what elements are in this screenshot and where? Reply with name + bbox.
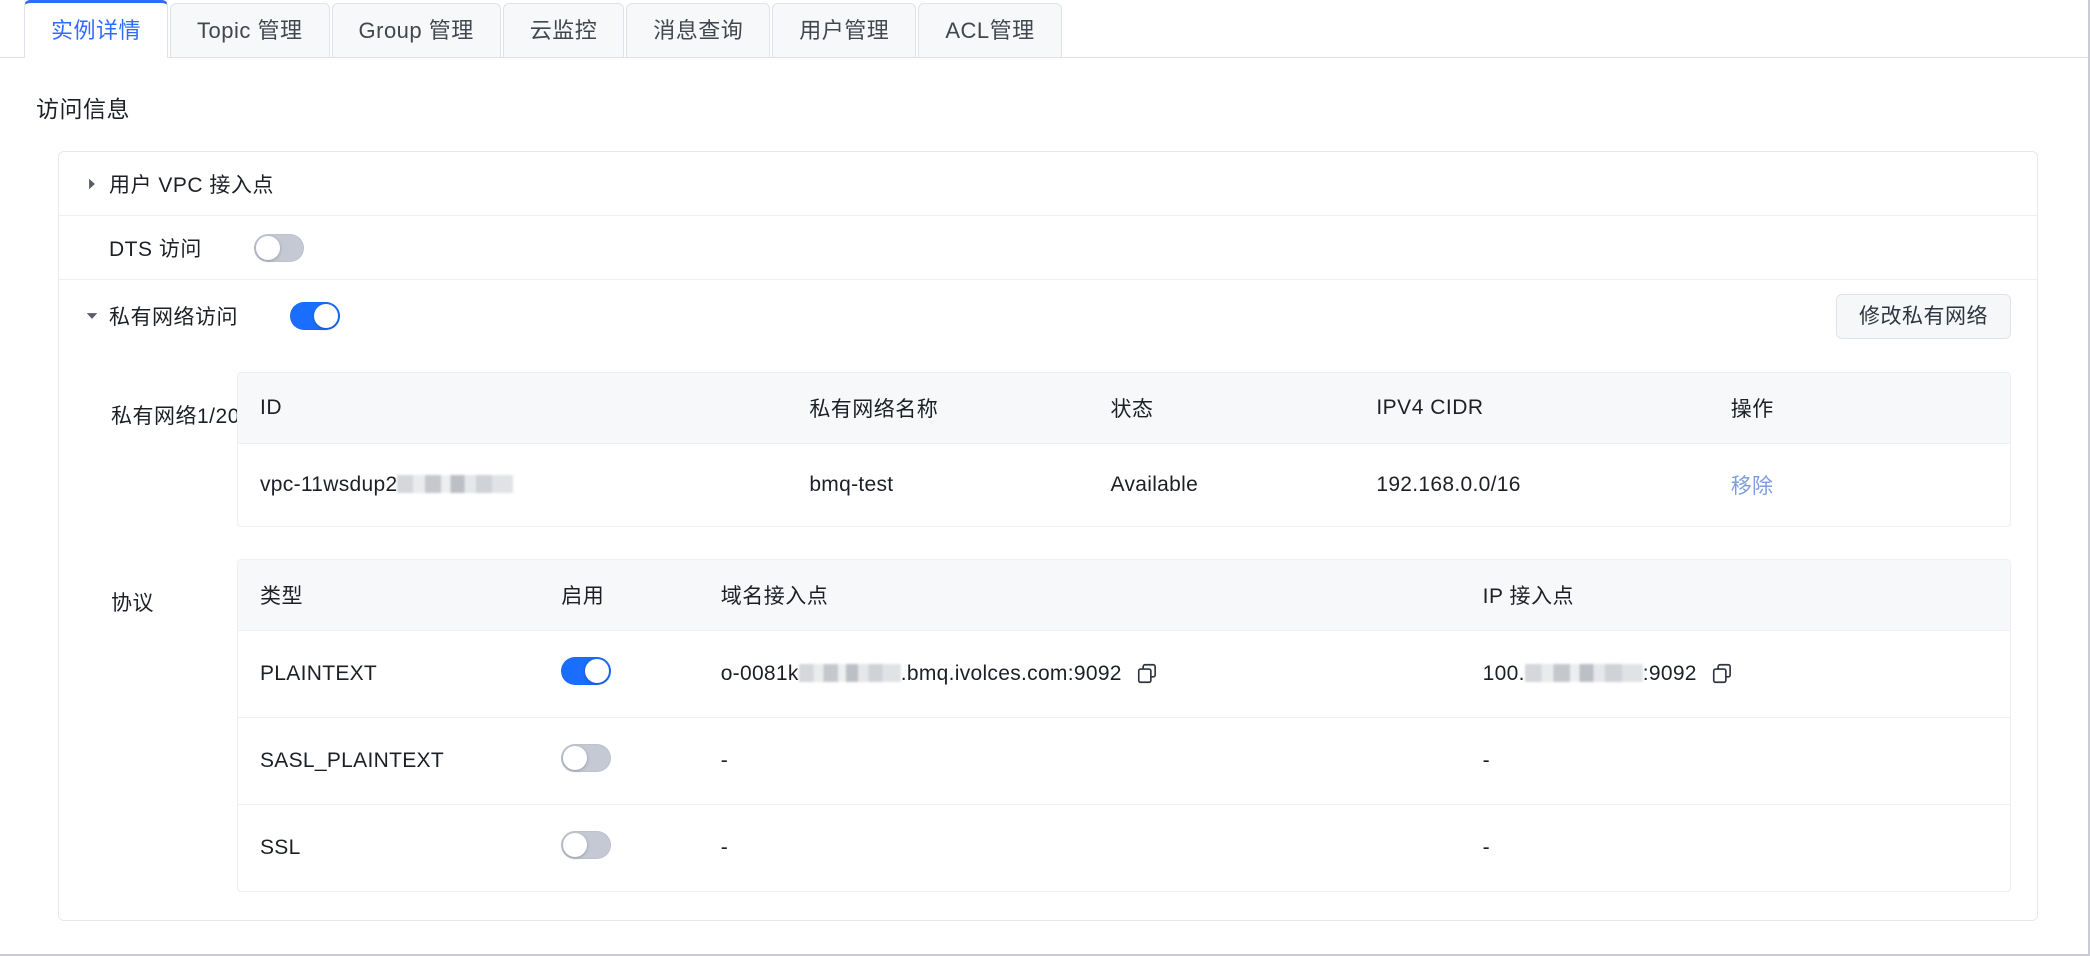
cell-protocol-type: SSL bbox=[260, 836, 301, 859]
dts-access-toggle[interactable] bbox=[253, 233, 304, 262]
user-vpc-endpoint-label: 用户 VPC 接入点 bbox=[109, 173, 274, 197]
tab-user-management[interactable]: 用户管理 bbox=[772, 3, 917, 57]
remove-vpc-link[interactable]: 移除 bbox=[1731, 475, 1774, 498]
chevron-down-icon[interactable] bbox=[85, 309, 105, 323]
sasl-plaintext-enable-toggle[interactable] bbox=[561, 744, 612, 772]
cell-protocol-enabled bbox=[539, 717, 699, 805]
vpc-table-head: ID 私有网络名称 状态 IPV4 CIDR 操作 bbox=[238, 373, 2010, 444]
tab-label: ACL管理 bbox=[945, 17, 1035, 43]
table-row: SASL_PLAINTEXT - - bbox=[238, 717, 2010, 805]
ssl-enable-toggle[interactable] bbox=[561, 831, 612, 859]
tab-label: Topic 管理 bbox=[197, 17, 303, 43]
cell-vpc-name: bmq-test bbox=[809, 473, 894, 496]
col-action: 操作 bbox=[1708, 373, 2010, 444]
vpc-table-wrapper: ID 私有网络名称 状态 IPV4 CIDR 操作 vpc-11wsdup2 b… bbox=[237, 372, 2011, 527]
col-ipv4-cidr: IPV4 CIDR bbox=[1354, 373, 1709, 444]
cell-protocol-type: SASL_PLAINTEXT bbox=[238, 717, 540, 805]
cell-domain-endpoint: - bbox=[698, 717, 1461, 805]
cell-vpc-id: vpc-11wsdup2 bbox=[238, 444, 787, 527]
cell-ip-endpoint: 100.:9092 bbox=[1460, 630, 2010, 718]
redacted-block bbox=[1524, 664, 1643, 682]
content-area: 访问信息 用户 VPC 接入点 DTS 访问 私有网络访问 修改私有网络 私有网… bbox=[0, 90, 2088, 921]
table-row: SSL - - bbox=[238, 805, 2010, 892]
cell-domain-endpoint: - bbox=[720, 836, 728, 859]
protocol-table-section: 协议 类型 启用 域名接入点 IP 接入点 PLAINTEXT o-0081k … bbox=[59, 559, 2037, 920]
tab-label: 云监控 bbox=[529, 17, 598, 43]
dts-access-label: DTS 访问 bbox=[109, 237, 202, 261]
private-network-table-section: 私有网络1/20 ID 私有网络名称 状态 IPV4 CIDR 操作 vpc-1… bbox=[59, 372, 2037, 527]
table-header-row: ID 私有网络名称 状态 IPV4 CIDR 操作 bbox=[238, 373, 2010, 444]
cell-vpc-action: 移除 bbox=[1709, 444, 2010, 527]
tab-cloud-monitor[interactable]: 云监控 bbox=[502, 3, 625, 57]
protocol-table-head: 类型 启用 域名接入点 IP 接入点 bbox=[238, 560, 2010, 631]
toggle-knob bbox=[563, 746, 588, 770]
domain-endpoint-inline: o-0081k .bmq.ivolces.com:9092 bbox=[721, 662, 1461, 686]
private-network-access-toggle[interactable] bbox=[290, 302, 340, 330]
redacted-block bbox=[798, 664, 901, 682]
tab-acl-management[interactable]: ACL管理 bbox=[918, 3, 1062, 57]
plaintext-enable-toggle[interactable] bbox=[561, 657, 612, 685]
private-network-access-label: 私有网络访问 bbox=[109, 306, 238, 329]
protocol-table-body: 类型 启用 域名接入点 IP 接入点 PLAINTEXT o-0081k .bm… bbox=[237, 559, 2011, 892]
table-row: PLAINTEXT o-0081k .bmq.ivolces.com:9092 … bbox=[238, 630, 2010, 718]
tab-label: Group 管理 bbox=[358, 17, 474, 43]
tab-group-management[interactable]: Group 管理 bbox=[331, 3, 501, 57]
tab-instance-detail[interactable]: 实例详情 bbox=[24, 0, 169, 59]
tab-topic-management[interactable]: Topic 管理 bbox=[170, 3, 330, 57]
row-private-network-access: 私有网络访问 修改私有网络 bbox=[59, 280, 2037, 352]
table-row: vpc-11wsdup2 bmq-test Available 192.168.… bbox=[238, 444, 2010, 527]
protocol-table: 类型 启用 域名接入点 IP 接入点 PLAINTEXT o-0081k .bm… bbox=[238, 560, 2010, 891]
tab-label: 用户管理 bbox=[799, 17, 890, 43]
toggle-knob bbox=[255, 235, 280, 260]
chevron-right-icon[interactable] bbox=[85, 177, 105, 191]
cell-ip-endpoint: - bbox=[1460, 717, 2010, 805]
table-header-row: 类型 启用 域名接入点 IP 接入点 bbox=[238, 560, 2010, 631]
private-network-switch-cell bbox=[290, 302, 340, 330]
private-network-count-label: 私有网络1/20 bbox=[111, 405, 240, 428]
tab-bar: 实例详情 Topic 管理 Group 管理 云监控 消息查询 用户管理 ACL… bbox=[0, 0, 2088, 59]
cell-protocol-type: PLAINTEXT bbox=[238, 630, 540, 718]
vpc-id-text: vpc-11wsdup2 bbox=[260, 473, 398, 496]
col-vpc-name: 私有网络名称 bbox=[787, 373, 1089, 444]
access-info-panel: 用户 VPC 接入点 DTS 访问 私有网络访问 修改私有网络 私有网络1/20… bbox=[58, 151, 2038, 921]
protocol-table-wrapper: 类型 启用 域名接入点 IP 接入点 PLAINTEXT o-0081k .bm… bbox=[237, 559, 2011, 892]
ip-endpoint-inline: 100.:9092 bbox=[1483, 662, 2010, 686]
row-user-vpc-endpoint[interactable]: 用户 VPC 接入点 bbox=[59, 152, 2037, 216]
copy-icon[interactable] bbox=[1136, 663, 1158, 685]
row-dts-access: DTS 访问 bbox=[59, 216, 2037, 280]
dts-access-switch-cell bbox=[253, 233, 304, 262]
cell-protocol-enabled bbox=[539, 805, 698, 892]
vpc-table-body: vpc-11wsdup2 bmq-test Available 192.168.… bbox=[238, 444, 2010, 527]
ip-endpoint-text: 100.:9092 bbox=[1482, 662, 1697, 685]
tab-message-query[interactable]: 消息查询 bbox=[626, 3, 771, 57]
app-window: 实例详情 Topic 管理 Group 管理 云监控 消息查询 用户管理 ACL… bbox=[0, 0, 2090, 956]
col-enabled: 启用 bbox=[539, 560, 699, 631]
vpc-table: ID 私有网络名称 状态 IPV4 CIDR 操作 vpc-11wsdup2 b… bbox=[238, 373, 2010, 526]
col-domain-endpoint: 域名接入点 bbox=[698, 560, 1461, 631]
page-title: 访问信息 bbox=[36, 96, 130, 122]
col-status: 状态 bbox=[1088, 373, 1355, 444]
protocol-table-body-rows: PLAINTEXT o-0081k .bmq.ivolces.com:9092 … bbox=[238, 630, 2010, 892]
col-ip-endpoint: IP 接入点 bbox=[1460, 560, 2010, 631]
cell-protocol-enabled bbox=[539, 630, 699, 718]
toggle-knob bbox=[563, 833, 588, 857]
protocol-label: 协议 bbox=[111, 592, 154, 615]
col-type: 类型 bbox=[238, 560, 540, 631]
private-network-table-body: ID 私有网络名称 状态 IPV4 CIDR 操作 vpc-11wsdup2 b… bbox=[237, 372, 2011, 527]
cell-vpc-status: Available bbox=[1110, 473, 1199, 496]
copy-icon[interactable] bbox=[1711, 663, 1733, 685]
tab-label: 实例详情 bbox=[51, 17, 142, 43]
col-id: ID bbox=[238, 373, 788, 444]
modify-private-network-button[interactable]: 修改私有网络 bbox=[1836, 293, 2011, 339]
cell-vpc-cidr: 192.168.0.0/16 bbox=[1376, 473, 1521, 496]
toggle-knob bbox=[585, 659, 610, 683]
domain-endpoint-text: o-0081k .bmq.ivolces.com:9092 bbox=[720, 662, 1122, 685]
cell-domain-endpoint: o-0081k .bmq.ivolces.com:9092 bbox=[698, 630, 1461, 718]
redacted-block bbox=[397, 475, 514, 493]
tab-label: 消息查询 bbox=[653, 17, 744, 43]
cell-ip-endpoint: - bbox=[1482, 836, 1490, 859]
toggle-knob bbox=[314, 304, 338, 328]
